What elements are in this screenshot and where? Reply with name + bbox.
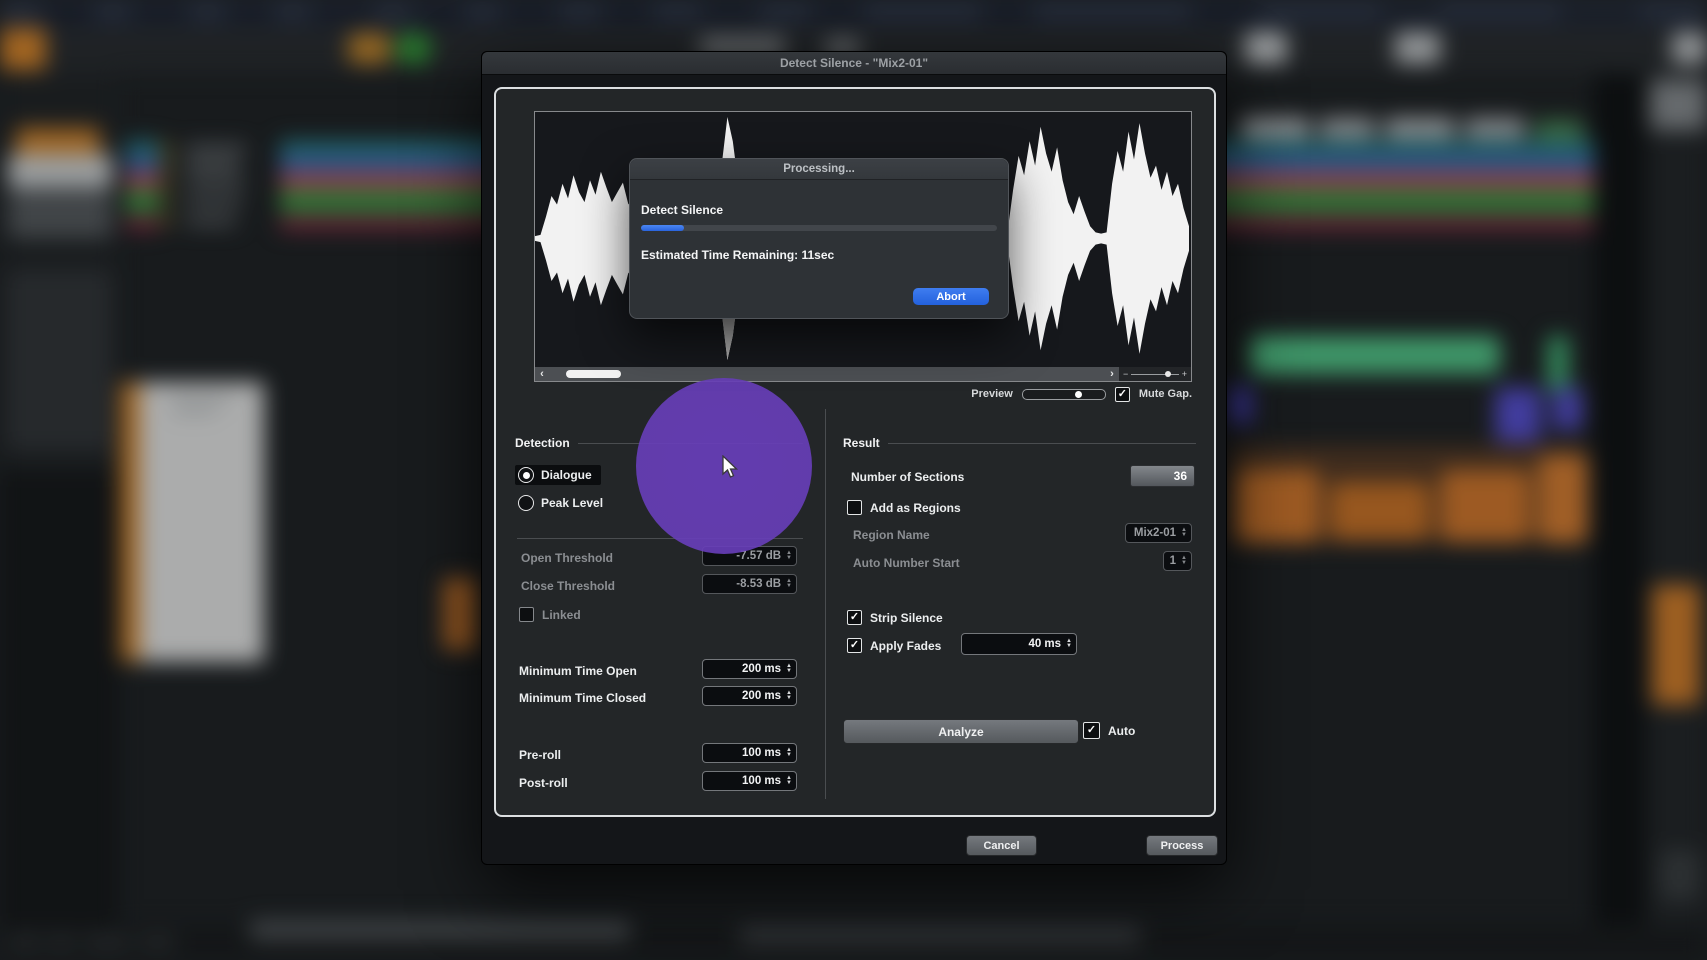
processing-title: Processing... [630, 159, 1008, 180]
stepper-icon[interactable]: ▲▼ [786, 664, 792, 674]
radio-dialogue[interactable]: Dialogue [515, 465, 601, 485]
zoom-out-icon[interactable]: − [1123, 369, 1128, 379]
close-threshold-field[interactable]: -8.53 dB ▲▼ [702, 574, 797, 594]
progress-bar-fill [641, 225, 684, 231]
auto-checkbox[interactable]: ✓ [1083, 722, 1100, 739]
radio-peak-level[interactable]: Peak Level [518, 493, 603, 513]
strip-silence-checkbox[interactable]: ✓ [847, 610, 862, 625]
min-time-closed-label: Minimum Time Closed [519, 691, 646, 705]
post-roll-label: Post-roll [519, 776, 568, 790]
scroll-right-icon[interactable]: › [1105, 367, 1119, 381]
linked-checkbox[interactable] [519, 607, 534, 622]
preview-slider-handle[interactable] [1075, 391, 1082, 398]
add-as-regions-row[interactable]: Add as Regions [847, 499, 961, 516]
cancel-button[interactable]: Cancel [966, 835, 1037, 856]
process-button[interactable]: Process [1146, 835, 1218, 856]
screen: Detect Silence - "Mix2-01" ‹ › − + [0, 0, 1707, 960]
region-name-label: Region Name [853, 528, 930, 542]
linked-label: Linked [542, 608, 581, 622]
apply-fades-checkbox[interactable]: ✓ [847, 638, 862, 653]
radio-dialogue-icon [518, 467, 534, 483]
stepper-icon[interactable]: ▲▼ [786, 691, 792, 701]
min-time-open-field[interactable]: 200 ms ▲▼ [702, 659, 797, 679]
zoom-slider[interactable] [1131, 374, 1178, 375]
zoom-slider-handle[interactable] [1165, 371, 1171, 377]
column-divider [825, 409, 826, 799]
apply-fades-field[interactable]: 40 ms ▲▼ [961, 633, 1077, 655]
abort-button[interactable]: Abort [913, 288, 989, 305]
stepper-icon[interactable]: ▲▼ [1181, 556, 1187, 566]
scroll-left-icon[interactable]: ‹ [535, 367, 549, 381]
strip-silence-row[interactable]: ✓ Strip Silence [847, 609, 943, 626]
preview-label: Preview [971, 388, 1013, 400]
stepper-icon[interactable]: ▲▼ [1066, 639, 1072, 649]
number-of-sections-label: Number of Sections [851, 470, 964, 484]
waveform-zoom-control[interactable]: − + [1119, 367, 1191, 381]
stepper-icon[interactable]: ▲▼ [1181, 528, 1187, 538]
dialog-title: Detect Silence - "Mix2-01" [482, 52, 1226, 75]
result-header: Result [843, 436, 880, 450]
pre-roll-label: Pre-roll [519, 748, 561, 762]
preview-row: Preview ✓ Mute Gap. [916, 386, 1192, 402]
radio-peak-level-icon [518, 495, 534, 511]
open-threshold-label: Open Threshold [521, 551, 613, 565]
processing-task-label: Detect Silence [641, 203, 723, 217]
stepper-icon[interactable]: ▲▼ [786, 748, 792, 758]
scrollbar-thumb[interactable] [566, 370, 622, 378]
mute-gap-label: Mute Gap. [1139, 388, 1192, 400]
stepper-icon[interactable]: ▲▼ [786, 551, 792, 561]
number-of-sections-value: 36 [1130, 465, 1195, 487]
mouse-cursor-icon [719, 455, 743, 481]
region-name-field[interactable]: Mix2-01 ▲▼ [1125, 523, 1192, 543]
close-threshold-label: Close Threshold [521, 579, 615, 593]
analyze-button[interactable]: Analyze [843, 719, 1079, 744]
auto-number-start-label: Auto Number Start [853, 556, 960, 570]
apply-fades-row[interactable]: ✓ Apply Fades [847, 637, 941, 654]
strip-silence-label: Strip Silence [870, 611, 943, 625]
min-time-open-label: Minimum Time Open [519, 664, 637, 678]
waveform-scrollbar[interactable]: ‹ › − + [535, 367, 1191, 381]
min-time-closed-field[interactable]: 200 ms ▲▼ [702, 686, 797, 706]
eta-label: Estimated Time Remaining: 11sec [641, 248, 834, 262]
pre-roll-field[interactable]: 100 ms ▲▼ [702, 743, 797, 763]
auto-analyze-row[interactable]: ✓ Auto [1083, 722, 1135, 739]
post-roll-field[interactable]: 100 ms ▲▼ [702, 771, 797, 791]
stepper-icon[interactable]: ▲▼ [786, 579, 792, 589]
apply-fades-label: Apply Fades [870, 639, 941, 653]
scrollbar-track[interactable] [549, 367, 1105, 381]
stepper-icon[interactable]: ▲▼ [786, 776, 792, 786]
auto-number-start-field[interactable]: 1 ▲▼ [1163, 551, 1192, 571]
linked-checkbox-row[interactable]: Linked [519, 606, 581, 623]
preview-slider[interactable] [1022, 389, 1106, 400]
auto-label: Auto [1108, 724, 1135, 738]
zoom-in-icon[interactable]: + [1182, 369, 1187, 379]
detection-header: Detection [515, 436, 570, 450]
add-as-regions-label: Add as Regions [870, 501, 961, 515]
mute-gap-checkbox[interactable]: ✓ [1115, 387, 1130, 402]
processing-dialog: Processing... Detect Silence Estimated T… [629, 158, 1009, 319]
progress-bar [641, 225, 997, 231]
add-as-regions-checkbox[interactable] [847, 500, 862, 515]
